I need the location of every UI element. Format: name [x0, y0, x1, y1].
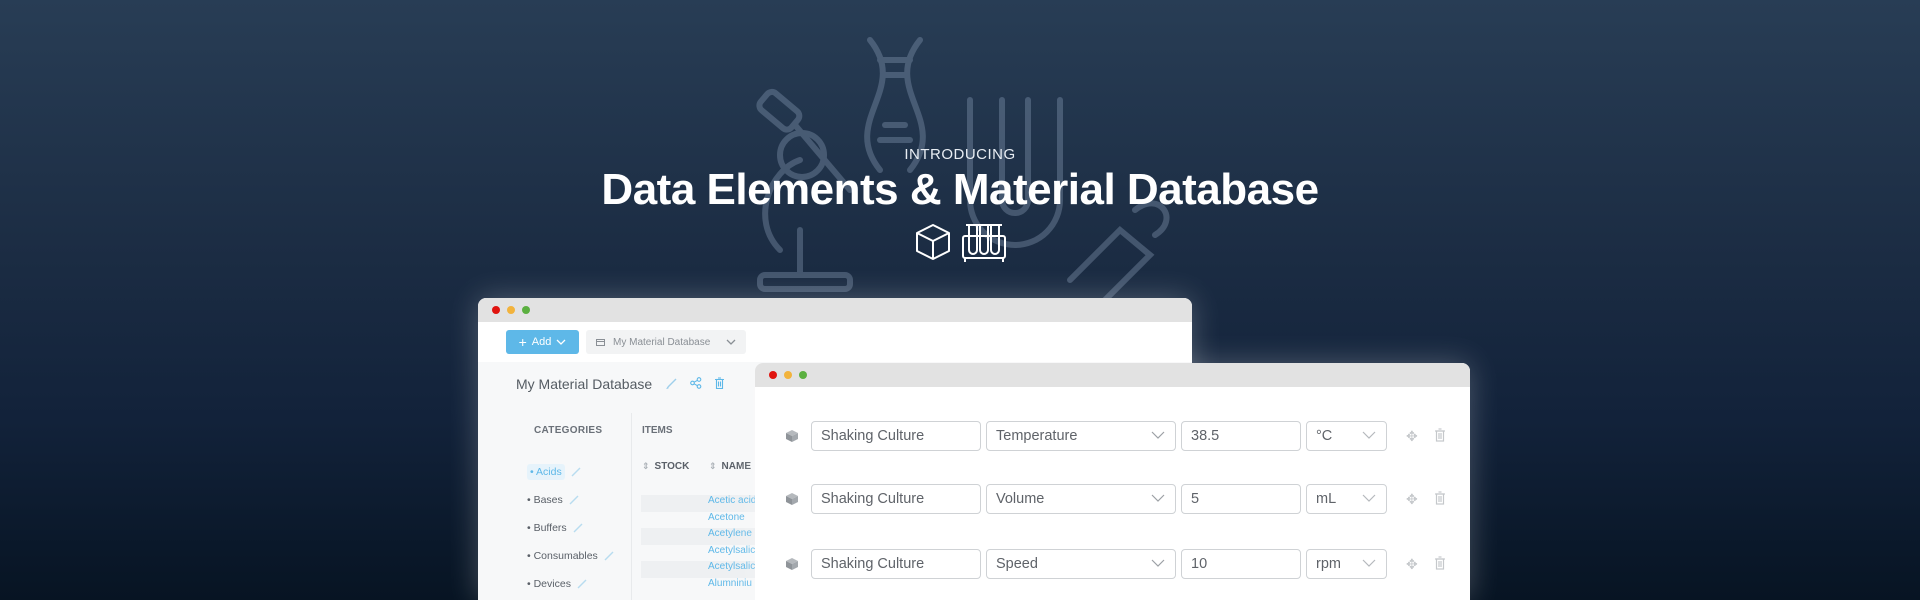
minimize-button[interactable]: [784, 371, 792, 379]
window-titlebar: [478, 298, 1192, 322]
hero-heading: INTRODUCING Data Elements & Material Dat…: [0, 146, 1920, 215]
close-button[interactable]: [492, 306, 500, 314]
category-label: • Acids: [527, 464, 565, 480]
edit-icon[interactable]: [604, 551, 614, 561]
edit-icon[interactable]: [577, 579, 587, 589]
item-link[interactable]: Acetone: [641, 512, 761, 529]
sort-icon: ⇕: [709, 461, 717, 471]
trash-icon[interactable]: [1434, 490, 1446, 505]
element-name-input[interactable]: Shaking Culture: [811, 484, 981, 514]
plus-icon: +: [518, 334, 527, 350]
category-label: • Bases: [527, 494, 563, 506]
hero-eyebrow: INTRODUCING: [904, 146, 1016, 163]
item-link[interactable]: Acetylsalic: [641, 545, 761, 562]
sort-icon: ⇕: [642, 461, 650, 471]
hero-icons: [913, 222, 1007, 264]
minimize-button[interactable]: [507, 306, 515, 314]
database-icon: [596, 338, 605, 346]
row-actions: ✥: [1406, 428, 1446, 445]
edit-icon[interactable]: [666, 377, 678, 389]
element-unit-select[interactable]: rpm: [1306, 549, 1387, 579]
item-link[interactable]: Acetylsalic: [641, 561, 761, 578]
edit-icon[interactable]: [569, 495, 579, 505]
element-name-input[interactable]: Shaking Culture: [811, 549, 981, 579]
column-header-stock[interactable]: ⇕ STOCK: [642, 461, 689, 472]
chevron-down-icon: [1362, 431, 1376, 439]
database-select[interactable]: My Material Database: [586, 330, 746, 354]
trash-icon[interactable]: [1434, 427, 1446, 442]
data-element-row: Shaking Culture Temperature 38.5 °C ✥: [785, 421, 1446, 451]
element-type-select[interactable]: Temperature: [986, 421, 1176, 451]
element-unit-select[interactable]: mL: [1306, 484, 1387, 514]
chevron-down-icon: [1362, 494, 1376, 502]
cube-icon: [786, 493, 798, 505]
element-value-input[interactable]: 10: [1181, 549, 1301, 579]
category-list: • Acids • Bases • Buffers • Consumables …: [522, 458, 619, 598]
data-elements-window: Shaking Culture Temperature 38.5 °C ✥ Sh…: [755, 363, 1470, 600]
element-unit-select[interactable]: °C: [1306, 421, 1387, 451]
share-icon[interactable]: [690, 377, 702, 389]
hero-title: Data Elements & Material Database: [601, 165, 1319, 214]
database-actions: [666, 377, 725, 389]
trash-icon[interactable]: [1434, 555, 1446, 570]
element-type-select[interactable]: Speed: [986, 549, 1176, 579]
category-item-devices[interactable]: • Devices: [522, 570, 619, 598]
data-element-row: Shaking Culture Volume 5 mL ✥: [785, 484, 1446, 514]
element-value-input[interactable]: 5: [1181, 484, 1301, 514]
items-heading: ITEMS: [642, 425, 673, 436]
database-select-value: My Material Database: [613, 336, 711, 348]
panel-divider: [631, 413, 632, 600]
flask-icon: [1067, 200, 1170, 308]
category-item-bases[interactable]: • Bases: [522, 486, 619, 514]
categories-heading: CATEGORIES: [534, 425, 603, 436]
element-type-select[interactable]: Volume: [986, 484, 1176, 514]
items-list: Acetic acid Acetone Acetylene Acetylsali…: [641, 495, 761, 594]
close-button[interactable]: [769, 371, 777, 379]
element-name-input[interactable]: Shaking Culture: [811, 421, 981, 451]
element-value-input[interactable]: 38.5: [1181, 421, 1301, 451]
column-header-name[interactable]: ⇕ NAME: [709, 461, 751, 472]
item-link[interactable]: Acetic acid: [641, 495, 761, 512]
chevron-down-icon: [1151, 494, 1165, 502]
chevron-down-icon: [726, 339, 736, 345]
maximize-button[interactable]: [522, 306, 530, 314]
chevron-down-icon: [1151, 431, 1165, 439]
trash-icon[interactable]: [714, 377, 725, 389]
cube-icon: [786, 558, 798, 570]
add-button[interactable]: + Add: [506, 330, 579, 354]
item-link[interactable]: Alumniniu: [641, 578, 761, 595]
database-title: My Material Database: [516, 376, 653, 392]
move-icon[interactable]: ✥: [1406, 491, 1418, 508]
item-link[interactable]: Acetylene: [641, 528, 761, 545]
category-label: • Devices: [527, 578, 571, 590]
toolbar: + Add My Material Database: [478, 322, 1192, 362]
category-label: • Consumables: [527, 550, 598, 562]
row-actions: ✥: [1406, 556, 1446, 573]
category-item-acids[interactable]: • Acids: [522, 458, 619, 486]
category-label: • Buffers: [527, 522, 567, 534]
chevron-down-icon: [1362, 559, 1376, 567]
row-actions: ✥: [1406, 491, 1446, 508]
category-item-buffers[interactable]: • Buffers: [522, 514, 619, 542]
add-button-label: Add: [531, 336, 552, 348]
window-titlebar: [755, 363, 1470, 387]
cube-icon: [786, 430, 798, 442]
category-item-consumables[interactable]: • Consumables: [522, 542, 619, 570]
edit-icon[interactable]: [571, 467, 581, 477]
data-element-row: Shaking Culture Speed 10 rpm ✥: [785, 549, 1446, 579]
chevron-down-icon: [556, 339, 566, 345]
edit-icon[interactable]: [573, 523, 583, 533]
chevron-down-icon: [1151, 559, 1165, 567]
maximize-button[interactable]: [799, 371, 807, 379]
cube-icon: [916, 224, 950, 260]
move-icon[interactable]: ✥: [1406, 428, 1418, 445]
test-tubes-rack-icon: [962, 224, 1006, 262]
move-icon[interactable]: ✥: [1406, 556, 1418, 573]
